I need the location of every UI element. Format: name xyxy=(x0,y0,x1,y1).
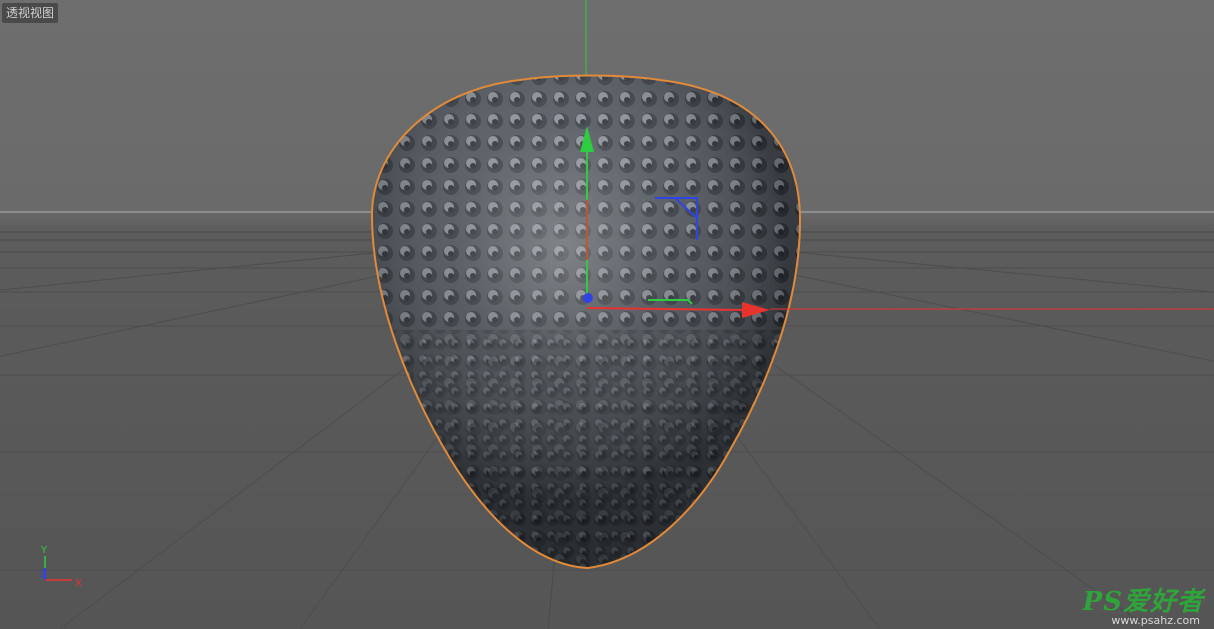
3d-scene[interactable]: Y Z X xyxy=(0,0,1214,629)
mini-axis-indicator: Y Z X xyxy=(40,545,82,589)
mini-axis-y-label: Y xyxy=(40,545,48,556)
perspective-viewport[interactable]: Y Z X 透视视图 PS爱好者 www.psahz.com xyxy=(0,0,1214,629)
gizmo-z-handle[interactable] xyxy=(583,293,593,303)
watermark-logo: PS爱好者 xyxy=(1082,587,1204,617)
watermark-url: www.psahz.com xyxy=(1111,614,1200,627)
mini-axis-x-label: X xyxy=(75,578,82,589)
viewport-name-label[interactable]: 透视视图 xyxy=(2,3,59,23)
mini-axis-z-label: Z xyxy=(40,570,46,580)
